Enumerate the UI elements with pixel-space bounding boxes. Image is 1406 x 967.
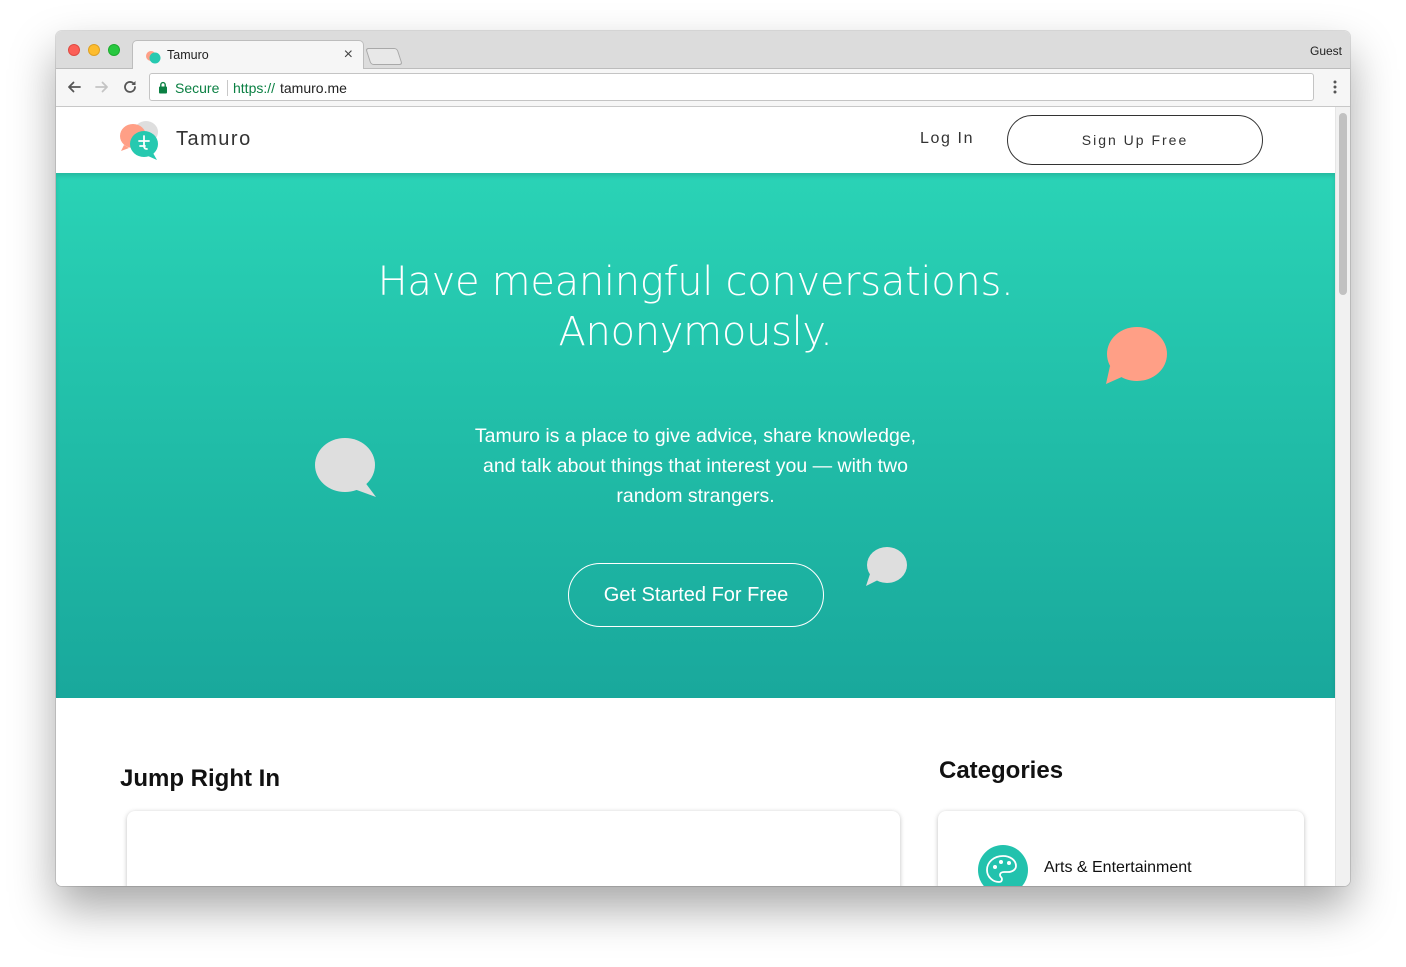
kebab-menu-icon[interactable] — [1333, 80, 1337, 94]
reload-icon[interactable] — [121, 78, 139, 96]
secure-label: Secure — [175, 80, 220, 96]
back-arrow-icon[interactable] — [65, 78, 83, 96]
coral-chat-bubble-icon — [1106, 327, 1167, 384]
forward-arrow-icon[interactable] — [93, 78, 111, 96]
get-started-button[interactable]: Get Started For Free — [568, 563, 824, 627]
site-header: Tamuro Log In Sign Up Free — [56, 107, 1335, 173]
login-link[interactable]: Log In — [920, 130, 974, 148]
tab-title: Tamuro — [167, 48, 209, 62]
hero-subtext: Tamuro is a place to give advice, share … — [474, 425, 917, 507]
close-window-button[interactable] — [68, 44, 80, 56]
gray-chat-bubble-small-icon — [866, 547, 907, 586]
minimize-window-button[interactable] — [88, 44, 100, 56]
jump-right-in-heading: Jump Right In — [120, 765, 280, 792]
categories-card: Arts & Entertainment — [938, 811, 1304, 886]
address-separator — [227, 80, 228, 96]
tamuro-favicon-icon — [146, 51, 161, 64]
zoom-window-button[interactable] — [108, 44, 120, 56]
tamuro-logo-icon[interactable] — [118, 119, 162, 161]
browser-window: Tamuro × Guest Secure https:// tamuro.me — [56, 31, 1350, 886]
gray-chat-bubble-large-icon — [315, 438, 376, 497]
brand-name[interactable]: Tamuro — [176, 128, 252, 151]
signup-button[interactable]: Sign Up Free — [1007, 115, 1263, 165]
page-scrollbar[interactable] — [1335, 107, 1350, 886]
category-label: Arts & Entertainment — [1044, 859, 1192, 876]
page-viewport: Tamuro Log In Sign Up Free Have meaningf… — [56, 107, 1335, 886]
profile-button[interactable]: Guest — [1310, 44, 1342, 58]
categories-heading: Categories — [939, 757, 1064, 784]
address-bar[interactable]: Secure https:// tamuro.me — [149, 73, 1314, 101]
jump-right-in-card[interactable] — [127, 811, 900, 886]
tab-close-icon[interactable]: × — [344, 45, 353, 65]
category-item-arts-entertainment[interactable]: Arts & Entertainment — [978, 845, 1278, 886]
new-tab-button[interactable] — [365, 48, 403, 65]
scrollbar-thumb[interactable] — [1339, 113, 1347, 295]
url-scheme: https:// — [233, 80, 276, 96]
palette-icon — [978, 845, 1028, 886]
browser-tab[interactable]: Tamuro × — [132, 40, 364, 70]
hero-headline-line1: Have meaningful conversations. — [377, 259, 1014, 305]
lock-icon — [159, 81, 167, 94]
url-host: tamuro.me — [280, 80, 347, 96]
tab-strip: Tamuro × Guest — [56, 31, 1350, 70]
hero-section: Have meaningful conversations. Anonymous… — [56, 173, 1335, 698]
browser-toolbar: Secure https:// tamuro.me — [56, 69, 1350, 107]
